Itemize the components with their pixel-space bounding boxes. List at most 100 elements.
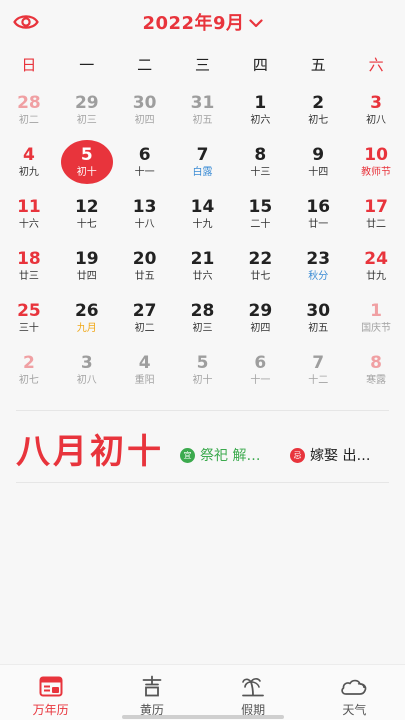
day-number: 14 <box>190 197 215 217</box>
lunar-label: 初八 <box>366 115 387 126</box>
calendar-day[interactable]: 29 初三 <box>58 88 116 140</box>
tab-tianqi[interactable]: 天气 <box>304 665 405 720</box>
day-number: 24 <box>364 249 388 269</box>
calendar-day[interactable]: 7 十二 <box>289 348 347 400</box>
lunar-label: 初八 <box>76 375 97 386</box>
calendar-day[interactable]: 12 十七 <box>58 192 116 244</box>
lunar-label: 二十 <box>250 219 271 230</box>
day-number: 23 <box>306 249 331 269</box>
lunar-label: 廿六 <box>192 271 213 282</box>
calendar-day[interactable]: 4 初九 <box>0 140 58 192</box>
lunar-label: 初二 <box>18 115 39 126</box>
tab-huangli[interactable]: 黄历 <box>101 665 202 720</box>
yi-badge-icon: 宜 <box>180 447 195 463</box>
month-title-text: 2022年9月 <box>142 13 245 34</box>
lunar-label: 初三 <box>76 115 97 126</box>
calendar-day[interactable]: 11 十六 <box>0 192 58 244</box>
calendar-day[interactable]: 6 十一 <box>116 140 174 192</box>
day-number: 7 <box>312 353 325 373</box>
day-number: 21 <box>190 249 215 269</box>
calendar-day[interactable]: 30 初四 <box>116 88 174 140</box>
lunar-label: 廿二 <box>366 219 387 230</box>
ji-badge-icon: 忌 <box>290 447 305 463</box>
day-number: 30 <box>132 93 157 113</box>
day-number: 26 <box>74 301 99 321</box>
calendar-day[interactable]: 1 初六 <box>231 88 289 140</box>
calendar-day[interactable]: 2 初七 <box>289 88 347 140</box>
calendar-day[interactable]: 3 初八 <box>347 88 405 140</box>
calendar-day[interactable]: 4 重阳 <box>116 348 174 400</box>
lunar-label: 十九 <box>192 219 213 230</box>
day-number: 8 <box>254 145 267 165</box>
calendar-day[interactable]: 5 初十 <box>174 348 232 400</box>
month-selector[interactable]: 2022年9月 <box>0 9 405 35</box>
calendar-day[interactable]: 10 教师节 <box>347 140 405 192</box>
lunar-label: 十七 <box>76 219 97 230</box>
lunar-label: 初七 <box>18 375 39 386</box>
calendar-day-selected[interactable]: 5 初十 <box>58 140 116 192</box>
calendar-day[interactable]: 29 初四 <box>231 296 289 348</box>
calendar-day[interactable]: 13 十八 <box>116 192 174 244</box>
calendar-day[interactable]: 15 二十 <box>231 192 289 244</box>
lunar-label: 初四 <box>250 323 271 334</box>
day-number: 29 <box>248 301 273 321</box>
lunar-label: 初六 <box>250 115 271 126</box>
day-number: 27 <box>132 301 157 321</box>
lunar-label: 十八 <box>134 219 155 230</box>
lunar-label: 三十 <box>18 323 39 334</box>
calendar-day[interactable]: 22 廿七 <box>231 244 289 296</box>
lunar-label: 初四 <box>134 115 155 126</box>
lunar-label: 重阳 <box>134 375 155 386</box>
calendar-day[interactable]: 3 初八 <box>58 348 116 400</box>
tab-wannianli[interactable]: 万年历 <box>0 665 101 720</box>
calendar-day[interactable]: 1 国庆节 <box>347 296 405 348</box>
day-number: 12 <box>74 197 99 217</box>
calendar-day[interactable]: 23 秋分 <box>289 244 347 296</box>
day-number: 28 <box>17 93 41 113</box>
calendar-day[interactable]: 30 初五 <box>289 296 347 348</box>
weekday-label: 一 <box>79 56 95 74</box>
lunar-label: 廿七 <box>250 271 271 282</box>
calendar-day[interactable]: 17 廿二 <box>347 192 405 244</box>
calendar-day[interactable]: 18 廿三 <box>0 244 58 296</box>
calendar-day[interactable]: 8 寒露 <box>347 348 405 400</box>
calendar-day[interactable]: 2 初七 <box>0 348 58 400</box>
day-number: 3 <box>80 353 93 373</box>
calendar-day[interactable]: 24 廿九 <box>347 244 405 296</box>
calendar-day[interactable]: 7 白露 <box>174 140 232 192</box>
yi-summary[interactable]: 宜 祭祀 解… <box>180 445 260 465</box>
weekday-label: 五 <box>310 56 326 74</box>
calendar-day[interactable]: 14 十九 <box>174 192 232 244</box>
day-number: 10 <box>364 145 388 165</box>
lunar-label: 廿四 <box>76 271 97 282</box>
day-number: 9 <box>312 145 325 165</box>
lunar-label: 廿一 <box>308 219 329 230</box>
calendar-day[interactable]: 19 廿四 <box>58 244 116 296</box>
day-number: 16 <box>306 197 331 217</box>
ji-summary[interactable]: 忌 嫁娶 出… <box>290 445 370 465</box>
calendar-day[interactable]: 6 十一 <box>231 348 289 400</box>
weekday-label: 二 <box>137 56 153 74</box>
calendar-day[interactable]: 28 初三 <box>174 296 232 348</box>
day-number: 5 <box>196 353 209 373</box>
lunar-label: 十六 <box>18 219 39 230</box>
tab-jiaqi[interactable]: 假期 <box>203 665 304 720</box>
day-number: 25 <box>17 301 41 321</box>
day-number: 4 <box>23 145 35 165</box>
calendar-day[interactable]: 31 初五 <box>174 88 232 140</box>
calendar-day[interactable]: 9 十四 <box>289 140 347 192</box>
calendar-day[interactable]: 16 廿一 <box>289 192 347 244</box>
cloud-icon <box>304 674 405 698</box>
calendar-day[interactable]: 25 三十 <box>0 296 58 348</box>
calendar-grid: 28 初二 29 初三 30 初四 31 初五 1 初六 2 初七 3 初八 4 初九 5 初十 6 十一 7 白露 8 十三… <box>0 88 405 400</box>
calendar-day[interactable]: 21 廿六 <box>174 244 232 296</box>
calendar-day[interactable]: 8 十三 <box>231 140 289 192</box>
lunar-label: 初七 <box>308 115 329 126</box>
calendar-day[interactable]: 28 初二 <box>0 88 58 140</box>
calendar-day[interactable]: 20 廿五 <box>116 244 174 296</box>
calendar-icon <box>0 674 101 698</box>
lunar-label: 初十 <box>76 167 97 178</box>
calendar-day[interactable]: 26 九月 <box>58 296 116 348</box>
day-number: 1 <box>370 301 382 321</box>
calendar-day[interactable]: 27 初二 <box>116 296 174 348</box>
